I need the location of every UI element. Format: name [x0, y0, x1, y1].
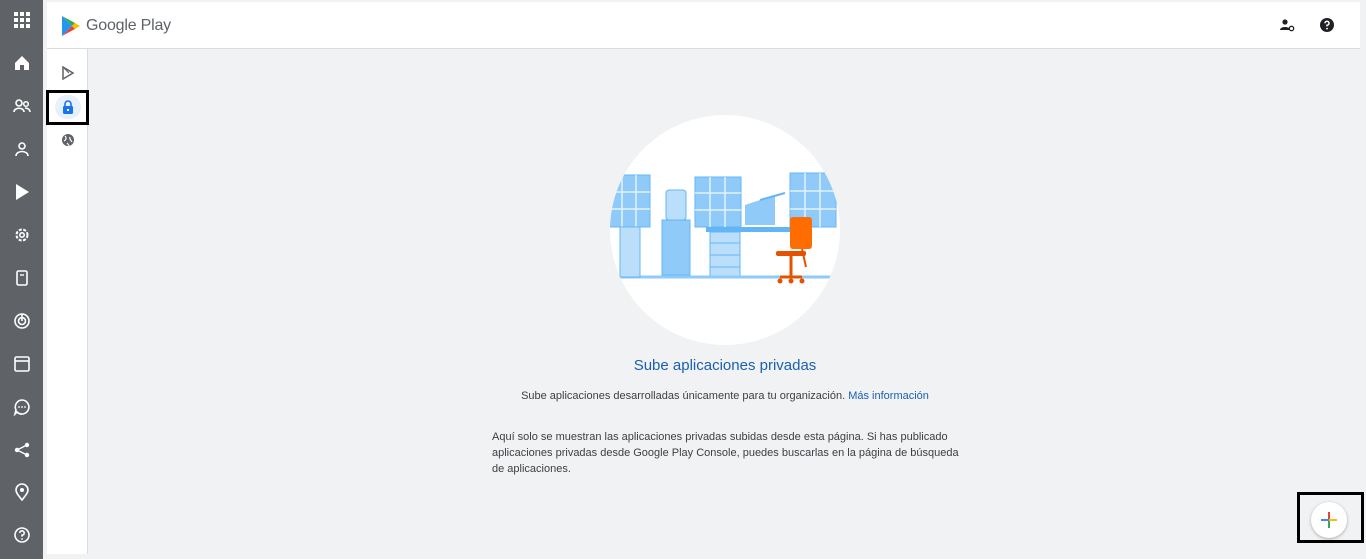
help-icon[interactable]	[0, 520, 43, 550]
plus-icon	[1321, 512, 1337, 528]
location-icon[interactable]	[0, 477, 43, 507]
empty-state-title: Sube aplicaciones privadas	[633, 357, 817, 374]
google-play-logo-icon	[62, 16, 80, 36]
top-header: Google Play	[47, 2, 1360, 49]
apps-grid-icon[interactable]	[0, 5, 43, 35]
brand-name: Google Play	[86, 17, 171, 34]
user-icon[interactable]	[0, 134, 43, 164]
browser-icon[interactable]	[0, 349, 43, 379]
left-rail	[0, 0, 43, 559]
play-store-icon[interactable]	[47, 58, 88, 88]
help-icon[interactable]	[1316, 14, 1338, 36]
empty-state-note: Aquí solo se muestran las aplicaciones p…	[492, 431, 959, 475]
gear-icon[interactable]	[0, 220, 43, 250]
device-icon[interactable]	[0, 263, 43, 293]
play-icon[interactable]	[0, 177, 43, 207]
share-icon[interactable]	[0, 435, 43, 465]
main-content: Sube aplicaciones privadas Sube aplicaci…	[88, 49, 1360, 554]
admin-settings-icon[interactable]	[1276, 14, 1298, 36]
chat-icon[interactable]	[0, 392, 43, 422]
more-info-link[interactable]: Más información	[848, 390, 929, 402]
globe-icon[interactable]	[47, 125, 88, 155]
empty-state-subtitle: Sube aplicaciones desarrolladas únicamen…	[88, 390, 1362, 402]
users-icon[interactable]	[0, 91, 43, 121]
home-icon[interactable]	[0, 48, 43, 78]
add-app-button[interactable]	[1311, 502, 1347, 538]
google-play-logo[interactable]: Google Play	[61, 15, 171, 37]
office-illustration	[610, 115, 840, 345]
target-icon[interactable]	[0, 306, 43, 336]
empty-state-subtitle-text: Sube aplicaciones desarrolladas únicamen…	[521, 390, 846, 402]
highlight-box-lock	[46, 90, 89, 125]
